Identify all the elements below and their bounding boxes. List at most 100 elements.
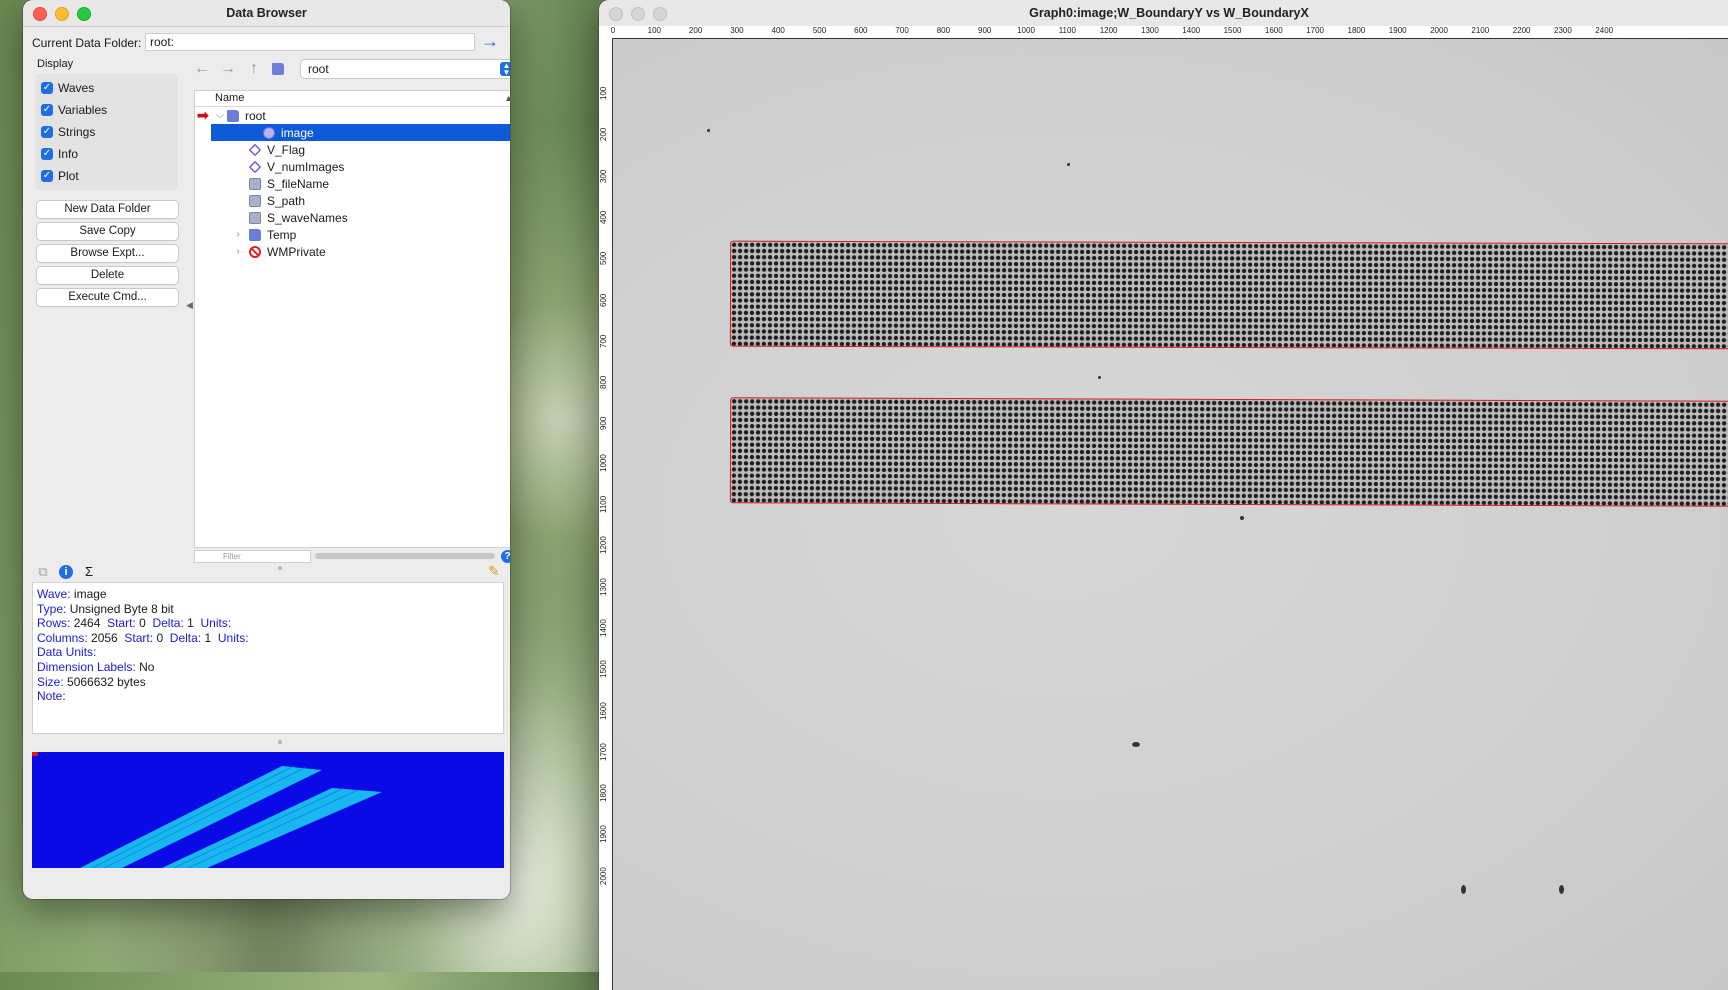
- x-tick-label: 2300: [1553, 26, 1572, 35]
- tree-row-s-wavenames[interactable]: S_waveNames: [195, 209, 510, 226]
- go-arrow-icon[interactable]: →: [481, 32, 499, 50]
- y-tick-label: 1300: [599, 577, 608, 596]
- execute-cmd-button[interactable]: Execute Cmd...: [37, 289, 178, 306]
- y-tick-label: 700: [599, 334, 608, 348]
- tree-row-wmprivate[interactable]: › WMPrivate: [195, 243, 510, 260]
- help-icon[interactable]: ?: [501, 550, 510, 563]
- preview-image: [32, 752, 504, 868]
- x-tick-label: 100: [647, 26, 661, 35]
- disclosure-open-icon[interactable]: ⌵: [213, 110, 227, 121]
- copy-tab-icon[interactable]: ⧉: [35, 564, 51, 580]
- variable-icon: [248, 143, 262, 156]
- save-copy-button[interactable]: Save Copy: [37, 223, 178, 240]
- disclosure-closed-icon[interactable]: ›: [231, 229, 245, 240]
- up-arrow-icon[interactable]: ↑: [246, 60, 262, 78]
- select-arrows-icon: ▲ ▼: [500, 62, 510, 77]
- tree-row-s-filename[interactable]: S_fileName: [195, 175, 510, 192]
- x-tick-label: 600: [854, 26, 868, 35]
- forward-arrow-icon[interactable]: →: [220, 60, 236, 78]
- current-folder-arrow-icon: ➡: [197, 107, 209, 123]
- horizontal-scrollbar[interactable]: [315, 553, 495, 559]
- wave-info-pane: Wave: image Type: Unsigned Byte 8 bit Ro…: [32, 582, 504, 734]
- x-tick-label: 900: [978, 26, 992, 35]
- y-tick-label: 600: [599, 293, 608, 307]
- y-tick-label: 1800: [599, 784, 608, 803]
- info-checkbox[interactable]: ✓ Info: [41, 147, 78, 161]
- x-tick-label: 1900: [1388, 26, 1407, 35]
- image-display[interactable]: [613, 39, 1728, 990]
- waves-checkbox[interactable]: ✓ Waves: [41, 81, 94, 95]
- x-tick-label: 700: [895, 26, 909, 35]
- x-tick-label: 1500: [1223, 26, 1242, 35]
- no-access-icon: [249, 245, 261, 258]
- y-axis: 100 200 300 400 500 600 700 800 900 1000 1100 1200 1…: [599, 39, 613, 990]
- tree-row-root[interactable]: ➡ ⌵ root: [195, 107, 510, 124]
- graph-plot-area[interactable]: 0 100 200 300 400 500 600 700 800 900 1000 1100 1200…: [599, 26, 1728, 990]
- y-tick-label: 400: [599, 210, 608, 224]
- y-tick-label: 500: [599, 251, 608, 266]
- x-tick-label: 1200: [1099, 26, 1118, 35]
- x-tick-label: 300: [730, 26, 744, 35]
- y-tick-label: 900: [599, 417, 608, 431]
- window-title: Data Browser: [226, 6, 307, 20]
- y-tick-label: 1600: [599, 701, 608, 720]
- back-arrow-icon[interactable]: ←: [194, 60, 210, 78]
- tree-pane: ← → ↑ root ▲ ▼ Name ▲ ➡ ⌵ root image V_F…: [194, 56, 510, 563]
- data-browser-window: Data Browser Current Data Folder: root: …: [23, 0, 510, 899]
- y-tick-label: 2000: [599, 866, 608, 885]
- collapse-panel-icon[interactable]: ◀: [186, 300, 193, 311]
- browse-expt-button[interactable]: Browse Expt...: [37, 245, 178, 262]
- pencil-icon[interactable]: ✎: [488, 563, 500, 580]
- x-tick-label: 2200: [1512, 26, 1531, 35]
- info-tab-icon[interactable]: i: [59, 565, 73, 579]
- x-tick-label: 2100: [1471, 26, 1490, 35]
- y-tick-label: 200: [599, 127, 608, 142]
- folder-icon[interactable]: [272, 63, 284, 75]
- plot-checkbox[interactable]: ✓ Plot: [41, 169, 79, 183]
- x-tick-label: 1400: [1182, 26, 1201, 35]
- graph-window: Graph0:image;W_BoundaryY vs W_BoundaryX …: [599, 0, 1728, 990]
- string-icon: [249, 194, 261, 207]
- x-tick-label: 800: [936, 26, 951, 35]
- x-tick-label: 1700: [1306, 26, 1324, 35]
- delete-button[interactable]: Delete: [37, 267, 178, 284]
- disclosure-closed-icon[interactable]: ›: [231, 246, 245, 257]
- y-tick-label: 1100: [599, 495, 608, 513]
- tree-row-v-numimages[interactable]: V_numImages: [195, 158, 510, 175]
- tree-row-s-path[interactable]: S_path: [195, 192, 510, 209]
- splitter-handle[interactable]: [278, 740, 282, 744]
- graph-title: Graph0:image;W_BoundaryY vs W_BoundaryX: [1029, 6, 1309, 20]
- statistics-tab-icon[interactable]: Σ: [81, 564, 97, 580]
- folder-select[interactable]: root ▲ ▼: [301, 60, 510, 78]
- y-tick-label: 1400: [599, 619, 608, 637]
- image-speck: [1132, 742, 1140, 747]
- variables-checkbox[interactable]: ✓ Variables: [41, 103, 107, 117]
- wave-icon: [263, 126, 275, 139]
- image-speck: [1240, 516, 1244, 520]
- checkmark-icon: ✓: [41, 170, 53, 182]
- x-tick-label: 1800: [1347, 26, 1366, 35]
- string-icon: [249, 177, 261, 190]
- name-column-header[interactable]: Name ▲: [195, 91, 510, 107]
- x-tick-label: 2400: [1595, 26, 1614, 35]
- splitter-handle[interactable]: [278, 566, 282, 570]
- y-tick-label: 1000: [599, 453, 608, 472]
- image-speck: [1559, 885, 1564, 894]
- sort-ascending-icon: ▲: [504, 93, 510, 103]
- tree-row-temp[interactable]: › Temp: [195, 226, 510, 243]
- y-tick-label: 1200: [599, 536, 608, 555]
- filter-input[interactable]: Filter: [194, 550, 311, 563]
- graph-titlebar[interactable]: Graph0:image;W_BoundaryY vs W_BoundaryX: [599, 0, 1728, 27]
- tree-row-v-flag[interactable]: V_Flag: [195, 141, 510, 158]
- image-speck: [1461, 885, 1466, 894]
- y-tick-label: 300: [599, 169, 608, 183]
- tree-row-image[interactable]: image: [211, 124, 510, 141]
- strings-checkbox[interactable]: ✓ Strings: [41, 125, 95, 139]
- y-tick-label: 1700: [599, 743, 608, 761]
- data-tree: Name ▲ ➡ ⌵ root image V_Flag V_numImages: [194, 90, 510, 548]
- new-data-folder-button[interactable]: New Data Folder: [37, 201, 178, 218]
- data-browser-titlebar[interactable]: Data Browser: [23, 0, 510, 27]
- current-folder-field[interactable]: root:: [145, 33, 475, 51]
- x-tick-label: 1600: [1264, 26, 1283, 35]
- display-label: Display: [37, 58, 74, 70]
